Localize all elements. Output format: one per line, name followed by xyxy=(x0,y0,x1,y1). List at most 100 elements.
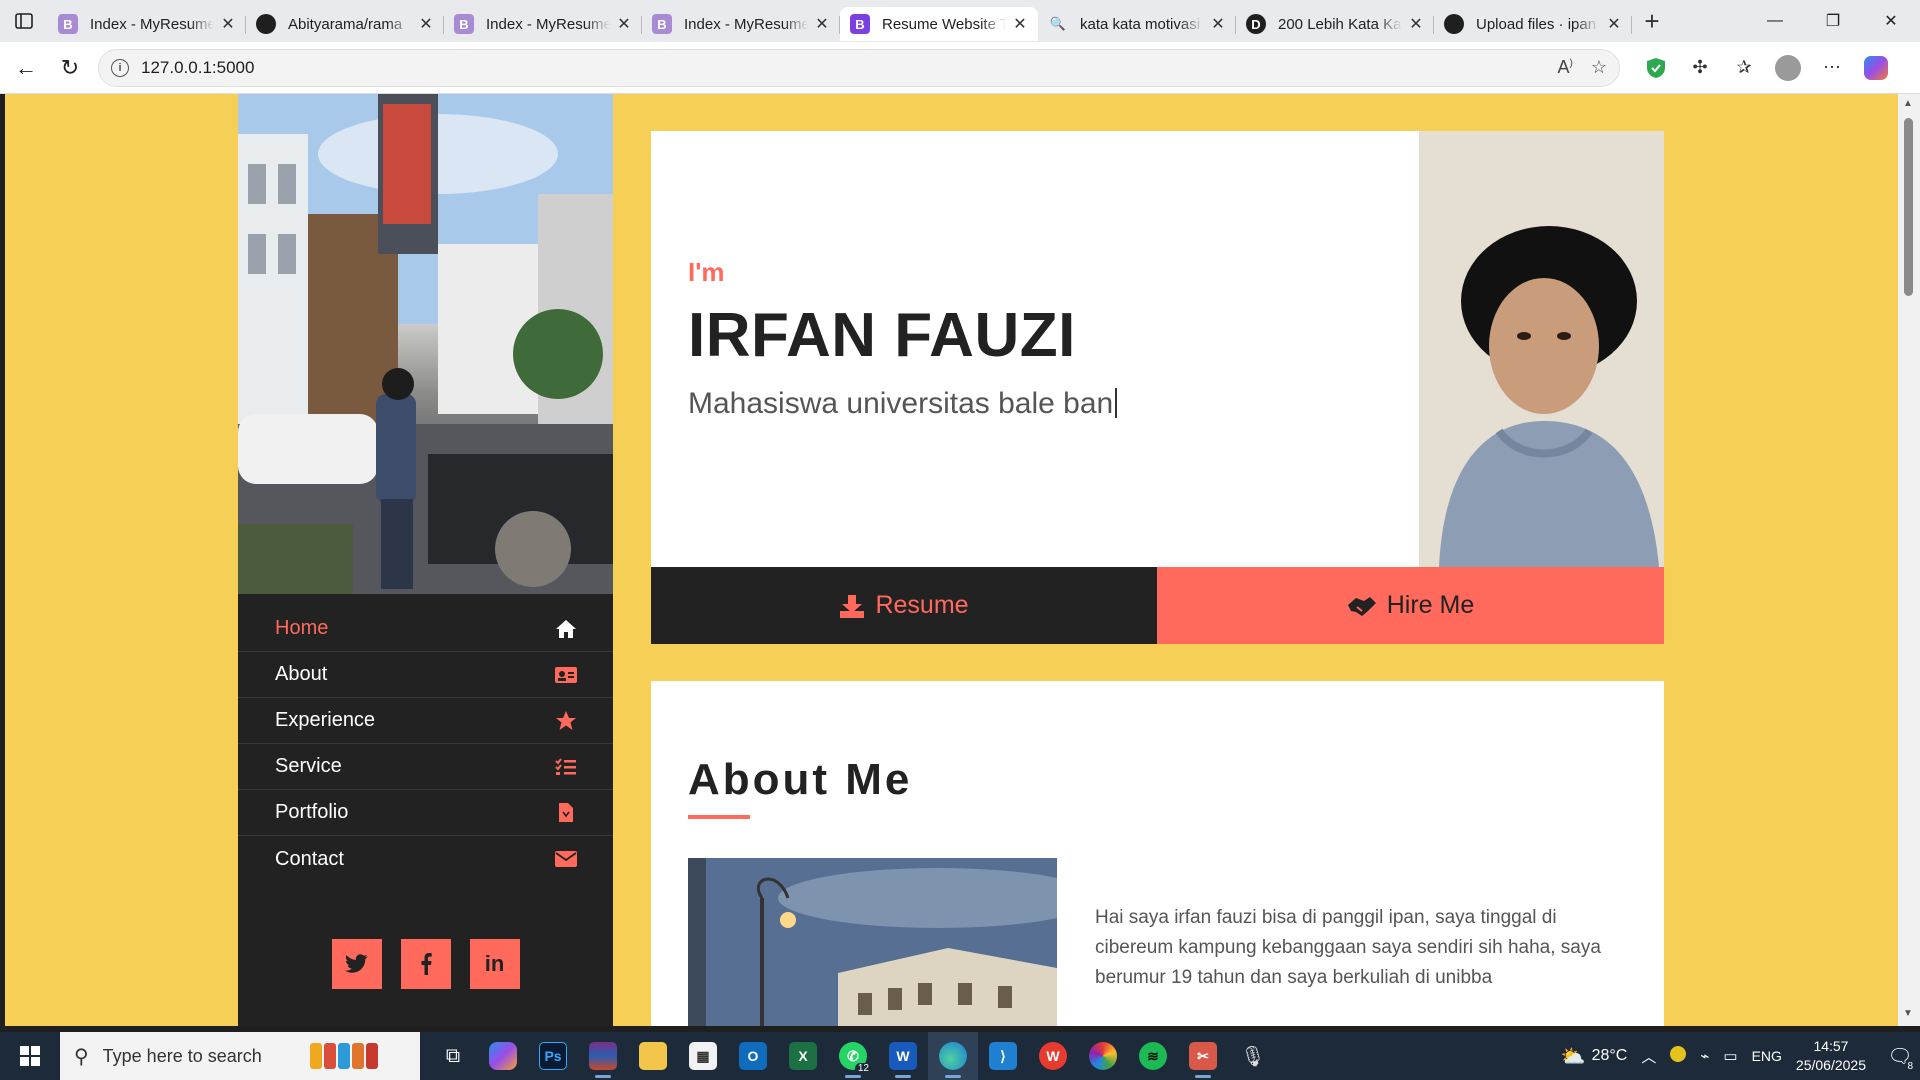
tray-app-icon[interactable] xyxy=(1670,1046,1687,1066)
taskbar-search-placeholder: Type here to search xyxy=(102,1045,262,1066)
tab-close-icon[interactable]: ✕ xyxy=(1606,14,1622,34)
hero-portrait-photo xyxy=(1419,131,1664,567)
sidebar-item-home[interactable]: Home xyxy=(238,606,613,652)
facebook-button[interactable] xyxy=(400,939,451,989)
page-viewport: Home About Experience Service Portfolio Conta… xyxy=(5,94,1898,1026)
tab-actions-icon xyxy=(15,13,33,29)
more-options-icon[interactable]: ⋯ xyxy=(1810,46,1854,90)
browser-tab-title: Resume Website Te xyxy=(882,15,1006,33)
bootstrap-icon: B xyxy=(850,14,870,34)
site-info-icon[interactable]: i xyxy=(111,58,129,77)
tab-close-icon[interactable]: ✕ xyxy=(1210,14,1226,34)
star-icon xyxy=(555,710,577,732)
typing-caret xyxy=(1115,388,1118,418)
back-button[interactable]: ← xyxy=(4,46,48,90)
color-app-icon[interactable] xyxy=(1078,1032,1128,1080)
file-explorer-icon[interactable] xyxy=(628,1032,678,1080)
hire-me-button[interactable]: Hire Me xyxy=(1157,567,1664,644)
sidebar-item-label: Contact xyxy=(275,847,344,870)
sidebar-item-portfolio[interactable]: Portfolio xyxy=(238,790,613,836)
resume-button[interactable]: Resume xyxy=(651,567,1157,644)
tray-overflow-icon[interactable]: ︿ xyxy=(1641,1046,1656,1067)
winrar-icon[interactable] xyxy=(578,1032,628,1080)
browser-tab[interactable]: B Resume Website Te ✕ xyxy=(840,7,1038,41)
copilot-taskbar-icon[interactable] xyxy=(478,1032,528,1080)
scroll-up-icon[interactable]: ▲ xyxy=(1903,98,1913,109)
tab-close-icon[interactable]: ✕ xyxy=(1012,14,1028,34)
close-window-button[interactable]: ✕ xyxy=(1862,0,1920,42)
weather-temp[interactable]: 28°C xyxy=(1592,1047,1628,1065)
photoshop-icon[interactable]: Ps xyxy=(528,1032,578,1080)
clock[interactable]: 14:57 25/06/2025 xyxy=(1796,1037,1866,1075)
tab-close-icon[interactable]: ✕ xyxy=(616,14,632,34)
sidebar: Home About Experience Service Portfolio Conta… xyxy=(238,94,613,1026)
browser-tab[interactable]: B Index - MyResume ✕ xyxy=(642,7,840,41)
shield-extension-icon[interactable] xyxy=(1634,46,1678,90)
copilot-icon[interactable] xyxy=(1854,46,1898,90)
page-scrollbar[interactable]: ▲ ▼ xyxy=(1898,94,1920,1026)
url-text[interactable]: 127.0.0.1:5000 xyxy=(141,58,1540,78)
start-button[interactable] xyxy=(0,1032,60,1080)
spotify-icon[interactable]: ≋ xyxy=(1128,1032,1178,1080)
restore-button[interactable]: ❐ xyxy=(1804,0,1862,42)
favorites-icon[interactable]: ✰ xyxy=(1722,46,1766,90)
tab-close-icon[interactable]: ✕ xyxy=(418,14,434,34)
scroll-down-icon[interactable]: ▼ xyxy=(1903,1008,1913,1019)
scrollbar-thumb[interactable] xyxy=(1904,118,1913,296)
browser-tab[interactable]: Upload files · ipan ✕ xyxy=(1434,7,1632,41)
browser-tab-title: Index - MyResume xyxy=(486,15,610,33)
microsoft-store-icon[interactable]: ▦ xyxy=(678,1032,728,1080)
microphone-icon[interactable]: 🎙 xyxy=(1228,1032,1278,1080)
language-indicator[interactable]: ENG xyxy=(1752,1048,1782,1064)
github-icon xyxy=(256,14,276,34)
favorite-star-icon[interactable]: ☆ xyxy=(1591,57,1607,78)
search-icon: 🔍 xyxy=(1049,16,1067,31)
sidebar-item-experience[interactable]: Experience xyxy=(238,698,613,744)
hero-name: IRFAN FAUZI xyxy=(688,301,1076,370)
notification-center-button[interactable]: 🗨 8 xyxy=(1880,1032,1920,1080)
outlook-icon[interactable]: O xyxy=(728,1032,778,1080)
browser-tab[interactable]: 🔍 kata kata motivasi ✕ xyxy=(1038,7,1236,41)
minimize-button[interactable]: — xyxy=(1746,0,1804,42)
whatsapp-icon[interactable]: ✆ 12 xyxy=(828,1032,878,1080)
taskbar-search[interactable]: ⚲ Type here to search xyxy=(60,1032,420,1080)
excel-icon[interactable]: X xyxy=(778,1032,828,1080)
address-bar-row: ← ↻ i 127.0.0.1:5000 A) ☆ ✣ ✰ ⋯ xyxy=(0,42,1920,94)
profile-avatar-icon[interactable] xyxy=(1766,46,1810,90)
browser-tab[interactable]: Abityarama/rama ✕ xyxy=(246,7,444,41)
profile-photo xyxy=(238,94,613,594)
sidebar-item-about[interactable]: About xyxy=(238,652,613,698)
windows-taskbar: ⚲ Type here to search ⧉ Ps ▦ O X ✆ 12 W ⟩… xyxy=(0,1032,1920,1080)
weather-icon[interactable]: ⛅ xyxy=(1561,1044,1586,1069)
reload-button[interactable]: ↻ xyxy=(48,46,92,90)
list-icon xyxy=(555,756,577,778)
tab-close-icon[interactable]: ✕ xyxy=(220,14,236,34)
new-tab-button[interactable]: + xyxy=(1632,0,1672,42)
hero-tagline: Mahasiswa universitas bale ban xyxy=(688,387,1118,421)
sidebar-item-service[interactable]: Service xyxy=(238,744,613,790)
tab-close-icon[interactable]: ✕ xyxy=(1408,14,1424,34)
battery-icon[interactable]: ▭ xyxy=(1723,1047,1737,1065)
read-aloud-icon[interactable]: A) xyxy=(1558,57,1573,78)
twitter-button[interactable] xyxy=(331,939,382,989)
tab-close-icon[interactable]: ✕ xyxy=(814,14,830,34)
vscode-icon[interactable]: ⟩ xyxy=(978,1032,1028,1080)
sidebar-item-contact[interactable]: Contact xyxy=(238,836,613,882)
edge-icon[interactable] xyxy=(928,1032,978,1080)
browser-tab[interactable]: B Index - MyResume ✕ xyxy=(444,7,642,41)
task-view-button[interactable]: ⧉ xyxy=(428,1032,478,1080)
id-card-icon xyxy=(555,664,577,686)
facebook-icon xyxy=(420,953,432,975)
tab-actions-button[interactable] xyxy=(0,0,48,42)
browser-tab[interactable]: B Index - MyResume ✕ xyxy=(48,7,246,41)
browser-tab[interactable]: D 200 Lebih Kata Kat ✕ xyxy=(1236,7,1434,41)
extensions-puzzle-icon[interactable]: ✣ xyxy=(1678,46,1722,90)
linkedin-button[interactable]: in xyxy=(469,939,520,989)
sidebar-item-label: Portfolio xyxy=(275,801,349,823)
word-icon[interactable]: W xyxy=(878,1032,928,1080)
wps-office-icon[interactable]: W xyxy=(1028,1032,1078,1080)
meet-now-icon[interactable]: ⌁ xyxy=(1700,1047,1709,1065)
address-bar[interactable]: i 127.0.0.1:5000 A) ☆ xyxy=(98,48,1620,87)
clock-date: 25/06/2025 xyxy=(1795,1057,1866,1073)
snipping-tool-icon[interactable]: ✂ xyxy=(1178,1032,1228,1080)
